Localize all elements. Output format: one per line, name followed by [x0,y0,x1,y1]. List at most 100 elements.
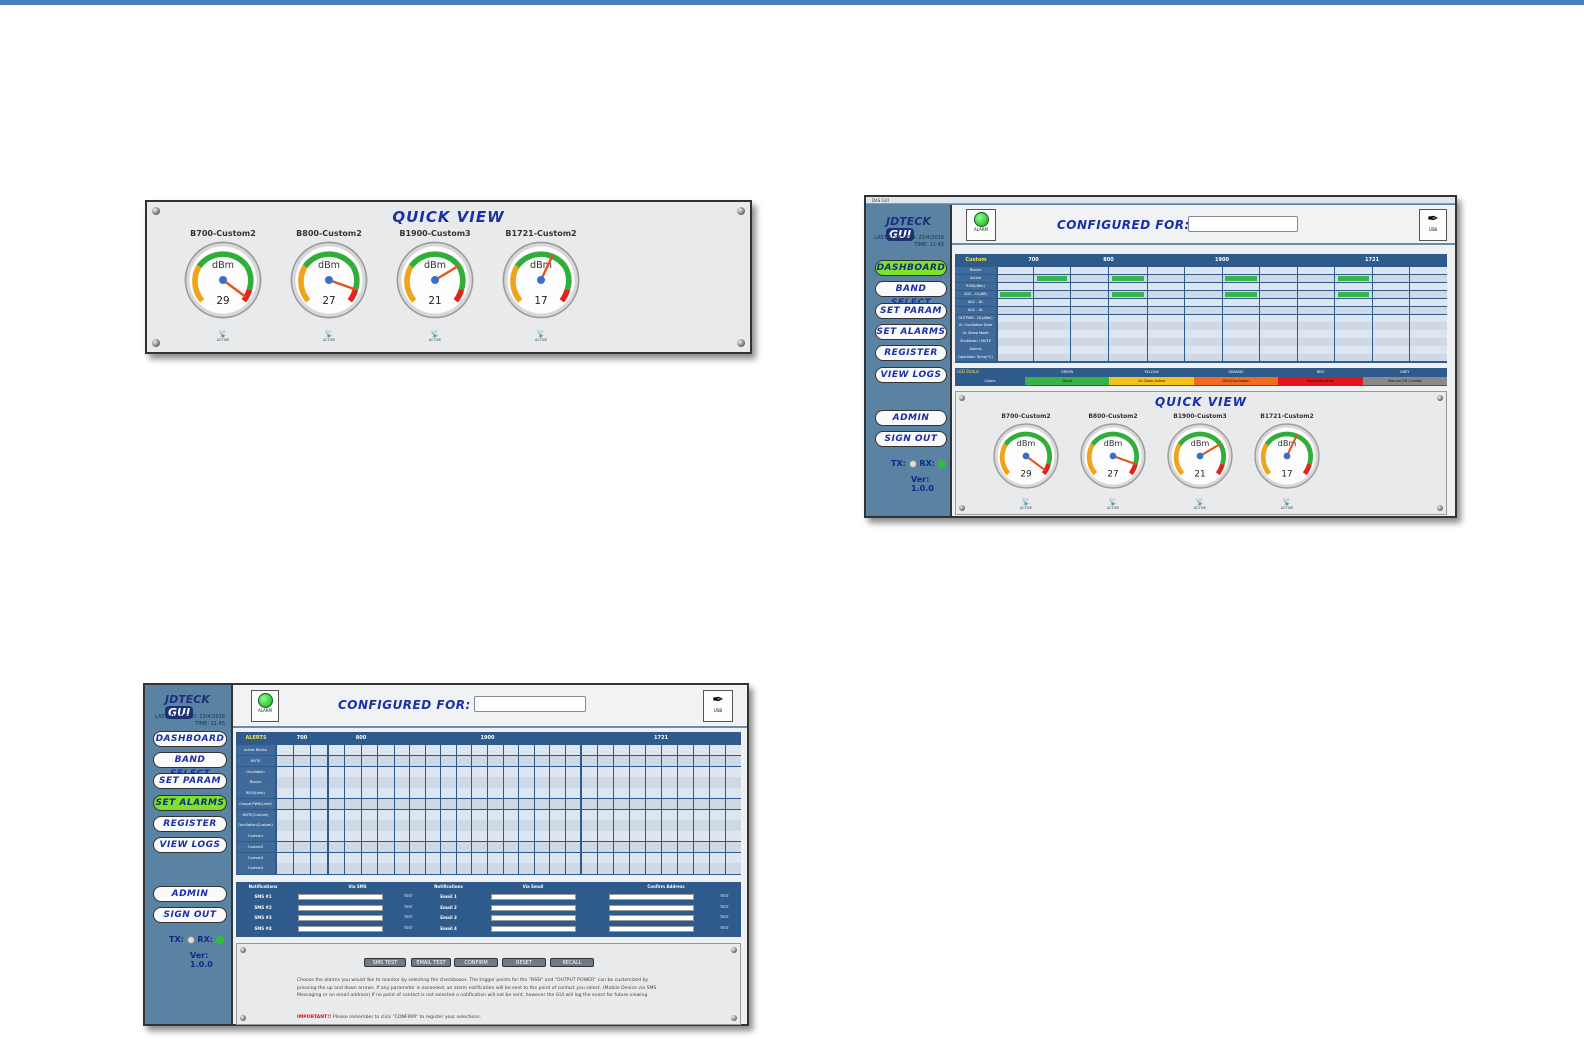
table-cell[interactable] [725,841,741,852]
table-cell[interactable] [565,755,581,766]
table-cell[interactable] [1372,338,1409,346]
sms-test-button[interactable]: SMS TEST [364,958,406,967]
table-cell[interactable] [1372,290,1409,299]
table-cell[interactable] [503,809,519,820]
table-cell[interactable] [565,820,581,831]
table-cell[interactable] [1185,306,1222,314]
table-cell[interactable] [597,852,613,863]
table-cell[interactable] [1372,322,1409,330]
table-cell[interactable] [1410,330,1447,338]
table-cell[interactable] [472,788,487,799]
table-cell[interactable] [1297,330,1334,338]
table-cell[interactable] [410,831,425,842]
table-cell[interactable] [519,809,534,820]
email-address-input[interactable] [491,915,576,921]
table-cell[interactable] [425,809,441,820]
table-cell[interactable] [1260,322,1297,330]
table-cell[interactable] [1109,298,1147,307]
table-cell[interactable] [1372,274,1409,283]
table-cell[interactable] [1297,274,1334,283]
table-cell[interactable] [293,745,311,756]
table-cell[interactable] [565,766,581,777]
table-cell[interactable] [550,852,565,863]
nav-dashboard-button[interactable]: DASHBOARD [875,260,947,276]
table-cell[interactable] [328,788,344,799]
reset-button[interactable]: RESET [502,958,546,967]
table-cell[interactable] [1372,267,1409,275]
alarm-indicator[interactable]: ALARM [966,209,996,241]
table-cell[interactable] [328,852,344,863]
table-cell[interactable] [394,755,410,766]
table-cell[interactable] [613,841,629,852]
table-cell[interactable] [1147,290,1184,299]
table-cell[interactable] [645,831,661,842]
sms-number-input[interactable] [298,925,383,932]
table-cell[interactable] [661,745,677,756]
table-cell[interactable] [441,745,456,756]
table-cell[interactable] [441,863,456,874]
table-cell[interactable] [661,755,677,766]
table-cell[interactable] [1070,267,1108,275]
table-cell[interactable] [677,745,693,756]
table-cell[interactable] [677,852,693,863]
table-cell[interactable] [425,745,441,756]
table-cell[interactable] [1297,314,1334,322]
table-cell[interactable] [1222,346,1259,354]
table-cell[interactable] [613,755,629,766]
table-cell[interactable] [693,852,709,863]
table-cell[interactable] [378,788,394,799]
table-cell[interactable] [1034,346,1070,354]
table-cell[interactable] [441,809,456,820]
table-cell[interactable] [378,755,394,766]
table-cell[interactable] [361,841,377,852]
table-cell[interactable] [441,755,456,766]
table-cell[interactable] [677,841,693,852]
table-cell[interactable] [472,809,487,820]
table-cell[interactable] [709,755,725,766]
nav-set-alarms-button[interactable]: SET ALARMS [153,794,227,811]
table-cell[interactable] [997,314,1033,322]
table-cell[interactable] [425,820,441,831]
table-cell[interactable] [410,863,425,874]
table-cell[interactable] [472,852,487,863]
alarm-indicator[interactable]: ALARM [251,690,279,722]
table-cell[interactable] [709,745,725,756]
table-cell[interactable] [311,777,328,788]
table-cell[interactable] [645,777,661,788]
table-cell[interactable] [1185,346,1222,354]
sign-out-button[interactable]: SIGN OUT [875,431,947,447]
table-cell[interactable] [293,863,311,874]
table-cell[interactable] [645,788,661,799]
table-cell[interactable] [565,777,581,788]
table-cell[interactable] [1410,314,1447,322]
table-cell[interactable] [581,841,597,852]
table-cell[interactable] [629,809,645,820]
table-cell[interactable] [276,852,293,863]
table-cell[interactable] [1297,338,1334,346]
table-cell[interactable] [1070,338,1108,346]
table-cell[interactable] [1372,346,1409,354]
table-cell[interactable] [1222,267,1259,275]
table-cell[interactable] [293,788,311,799]
table-cell[interactable] [1297,346,1334,354]
table-cell[interactable] [472,777,487,788]
table-cell[interactable] [725,755,741,766]
table-cell[interactable] [472,798,487,809]
table-cell[interactable] [394,798,410,809]
table-cell[interactable] [456,777,472,788]
sms-test-link[interactable]: TEST [404,915,413,919]
table-cell[interactable] [276,841,293,852]
table-cell[interactable] [410,766,425,777]
table-cell[interactable] [597,863,613,874]
nav-register-button[interactable]: REGISTER [153,815,227,832]
table-cell[interactable] [1297,282,1334,291]
table-cell[interactable] [488,745,503,756]
table-cell[interactable] [361,788,377,799]
table-cell[interactable] [503,841,519,852]
recall-button[interactable]: RECALL [550,958,594,967]
table-cell[interactable] [276,820,293,831]
table-cell[interactable] [488,820,503,831]
table-cell[interactable] [629,831,645,842]
table-cell[interactable] [1260,282,1297,291]
table-cell[interactable] [410,809,425,820]
